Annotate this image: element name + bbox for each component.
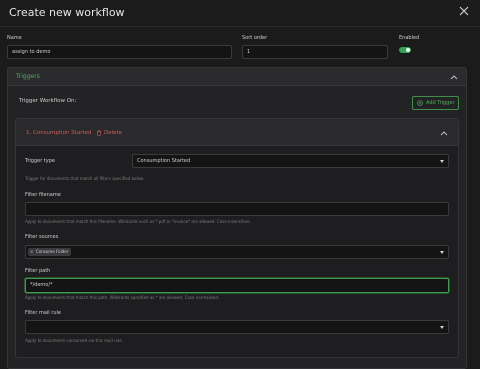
- trigger-type-value: Consumption Started: [137, 158, 191, 164]
- chevron-down-icon: [440, 326, 444, 329]
- chevron-up-icon[interactable]: [440, 130, 448, 136]
- trigger-type-select[interactable]: Consumption Started: [132, 154, 449, 168]
- source-chip-label: Consume Folder: [36, 249, 69, 254]
- add-trigger-button[interactable]: Add Trigger: [412, 96, 459, 110]
- filter-mail-rule-select[interactable]: [25, 320, 449, 334]
- plus-circle-icon: [417, 100, 423, 106]
- trigger-type-label: Trigger type: [25, 158, 56, 164]
- chevron-down-icon: [440, 251, 444, 254]
- sort-order-input[interactable]: 1: [242, 45, 388, 59]
- filter-mail-rule-label: Filter mail rule: [25, 310, 61, 316]
- enabled-toggle[interactable]: [399, 47, 411, 53]
- trigger-card-header[interactable]: 1. Consumption Started Delete: [16, 119, 458, 146]
- filter-mail-rule-hint: Apply to documents consumed via this mai…: [25, 338, 123, 343]
- enabled-label: Enabled: [399, 35, 420, 41]
- filter-filename-hint: Apply to documents that match this filen…: [25, 219, 251, 224]
- chevron-up-icon[interactable]: [450, 74, 458, 80]
- modal-header: Create new workflow: [0, 0, 480, 27]
- filter-path-hint: Apply to documents that match this path.…: [25, 295, 220, 300]
- trigger-type-hint: Trigger for documents that match all fil…: [25, 176, 145, 181]
- delete-trigger-button[interactable]: Delete: [97, 130, 123, 136]
- triggers-panel-title: Triggers: [16, 73, 40, 80]
- trigger-card-title: 1. Consumption Started: [26, 130, 92, 136]
- filter-path-input[interactable]: */demo/*: [25, 278, 449, 293]
- name-input[interactable]: assign to demo: [7, 45, 232, 59]
- triggers-panel-header[interactable]: Triggers: [8, 68, 466, 86]
- filter-sources-label: Filter sources: [25, 234, 59, 240]
- source-chip: × Consume Folder: [28, 248, 72, 256]
- filter-filename-label: Filter filename: [25, 192, 61, 198]
- close-icon[interactable]: [459, 6, 469, 16]
- filter-path-label: Filter path: [25, 268, 51, 274]
- modal-title: Create new workflow: [9, 6, 125, 19]
- filter-sources-select[interactable]: [25, 245, 449, 259]
- trash-icon: [97, 130, 101, 136]
- trigger-workflow-on-label: Trigger Workflow On:: [19, 98, 77, 104]
- add-trigger-label: Add Trigger: [426, 100, 455, 106]
- delete-label: Delete: [104, 130, 123, 136]
- sort-order-label: Sort order: [242, 35, 268, 41]
- name-label: Name: [7, 35, 22, 41]
- chevron-down-icon: [440, 160, 444, 163]
- remove-chip-icon[interactable]: ×: [30, 248, 33, 256]
- filter-filename-input[interactable]: [25, 202, 449, 216]
